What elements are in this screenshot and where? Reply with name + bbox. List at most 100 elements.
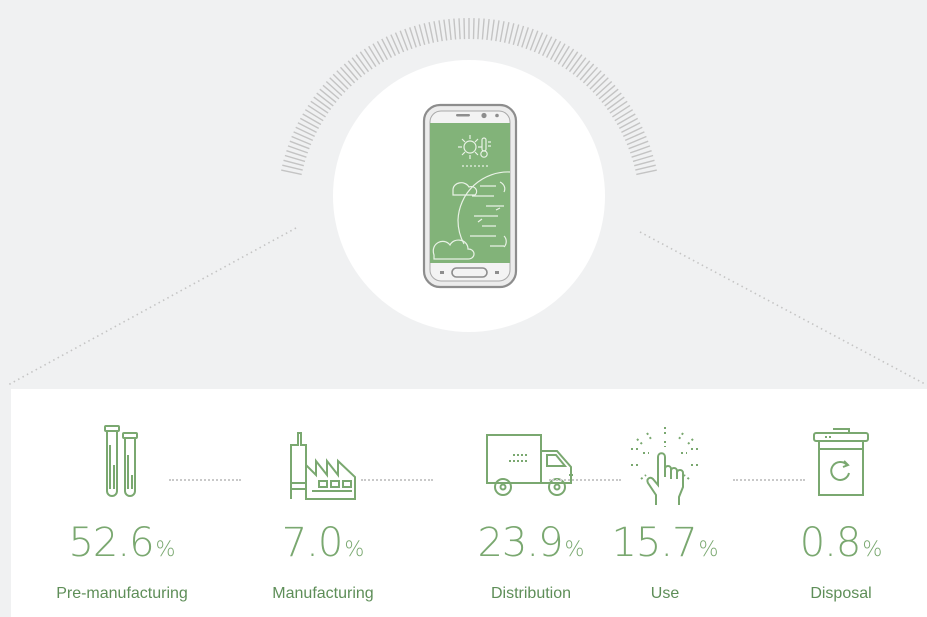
arc-tick bbox=[549, 40, 562, 61]
arc-tick bbox=[572, 57, 587, 75]
arc-tick bbox=[299, 117, 320, 130]
factory-icon bbox=[287, 425, 359, 506]
arc-tick bbox=[418, 24, 426, 45]
arc-tick bbox=[486, 19, 490, 40]
arc-tick bbox=[595, 80, 613, 97]
arc-tick bbox=[423, 23, 430, 44]
arc-tick bbox=[582, 66, 599, 84]
arc-tick bbox=[499, 21, 505, 43]
arc-tick bbox=[477, 18, 480, 40]
arc-tick bbox=[616, 113, 636, 126]
arc-tick bbox=[579, 63, 595, 81]
arc-tick bbox=[561, 48, 575, 67]
arc-tick bbox=[329, 77, 346, 93]
arc-tick bbox=[307, 104, 326, 118]
arc-tick bbox=[576, 60, 591, 78]
arc-tick bbox=[612, 104, 631, 118]
arc-tick bbox=[443, 19, 448, 41]
arc-tick bbox=[618, 117, 639, 130]
arc-tick bbox=[622, 126, 643, 138]
arc-tick bbox=[363, 48, 377, 67]
arc-tick bbox=[634, 159, 655, 167]
arc-tick bbox=[458, 18, 461, 40]
arc-tick bbox=[508, 23, 515, 44]
arc-tick bbox=[355, 54, 370, 73]
arc-tick bbox=[343, 63, 359, 81]
arc-tick bbox=[553, 43, 566, 63]
arc-tick bbox=[635, 164, 656, 171]
dotted-connector bbox=[169, 479, 241, 483]
stage-pre-manufacturing: 52.6% Pre-manufacturing bbox=[11, 389, 233, 617]
stage-disposal: 0.8% Disposal bbox=[755, 389, 927, 617]
arc-tick bbox=[541, 36, 553, 57]
arc-tick bbox=[557, 45, 570, 65]
arc-tick bbox=[339, 66, 356, 84]
arc-tick bbox=[609, 100, 628, 114]
arc-tick bbox=[614, 109, 634, 122]
test-tubes-icon bbox=[96, 425, 148, 506]
stage-value: 15.7% bbox=[611, 520, 719, 566]
arc-tick bbox=[472, 18, 475, 40]
tapping-hand-icon bbox=[617, 425, 713, 514]
arc-tick bbox=[310, 100, 329, 114]
smartphone-icon bbox=[422, 103, 518, 289]
stage-manufacturing: 7.0% Manufacturing bbox=[233, 389, 413, 617]
arc-tick bbox=[512, 24, 520, 45]
arc-tick bbox=[428, 22, 435, 43]
arc-tick bbox=[359, 51, 373, 70]
arc-tick bbox=[448, 19, 452, 40]
stage-use: 15.7% Use bbox=[575, 389, 755, 617]
arc-tick bbox=[568, 54, 583, 73]
arc-tick bbox=[297, 122, 317, 134]
arc-tick bbox=[313, 96, 332, 111]
stage-value: 7.0% bbox=[281, 520, 365, 566]
arc-tick bbox=[304, 109, 324, 122]
arc-tick bbox=[385, 36, 397, 57]
recycling-bin-icon bbox=[811, 425, 871, 506]
arc-tick bbox=[463, 18, 466, 40]
arc-tick bbox=[325, 80, 343, 97]
arc-tick bbox=[598, 84, 616, 100]
stage-label: Manufacturing bbox=[272, 585, 374, 602]
arc-tick bbox=[481, 18, 485, 40]
arc-tick bbox=[636, 169, 657, 176]
arc-tick bbox=[347, 60, 362, 78]
arc-tick bbox=[376, 40, 389, 61]
delivery-truck-icon bbox=[483, 425, 579, 506]
arc-tick bbox=[604, 92, 622, 107]
dotted-line-left bbox=[7, 227, 297, 386]
dotted-line-right bbox=[639, 231, 926, 385]
arc-tick bbox=[295, 126, 316, 138]
stage-value: 52.6% bbox=[68, 520, 176, 566]
arc-tick bbox=[372, 43, 385, 63]
arc-tick bbox=[490, 19, 495, 41]
stage-label: Pre-manufacturing bbox=[56, 585, 188, 602]
arc-tick bbox=[381, 38, 393, 58]
arc-tick bbox=[453, 18, 457, 40]
arc-tick bbox=[283, 159, 304, 167]
arc-tick bbox=[503, 22, 510, 43]
arc-tick bbox=[281, 169, 302, 176]
arc-tick bbox=[545, 38, 557, 58]
arc-tick bbox=[565, 51, 579, 70]
arc-tick bbox=[606, 96, 625, 111]
arc-tick bbox=[319, 88, 337, 103]
stage-label: Use bbox=[650, 585, 680, 602]
arc-tick bbox=[589, 73, 606, 90]
arc-tick bbox=[316, 92, 334, 107]
arc-tick bbox=[336, 70, 352, 87]
arc-tick bbox=[495, 20, 500, 42]
arc-tick bbox=[438, 20, 443, 42]
arc-tick bbox=[351, 57, 366, 75]
lifecycle-panel: 52.6% Pre-manufacturing 7.0% Manufacturi… bbox=[11, 389, 927, 617]
arc-tick bbox=[302, 113, 322, 126]
arc-tick bbox=[586, 70, 602, 87]
arc-tick bbox=[368, 45, 381, 65]
arc-tick bbox=[592, 77, 609, 93]
arc-tick bbox=[282, 164, 303, 171]
arc-tick bbox=[433, 21, 439, 43]
stage-value: 0.8% bbox=[799, 520, 883, 566]
arc-tick bbox=[621, 122, 641, 134]
arc-tick bbox=[601, 88, 619, 103]
arc-tick bbox=[332, 73, 349, 90]
